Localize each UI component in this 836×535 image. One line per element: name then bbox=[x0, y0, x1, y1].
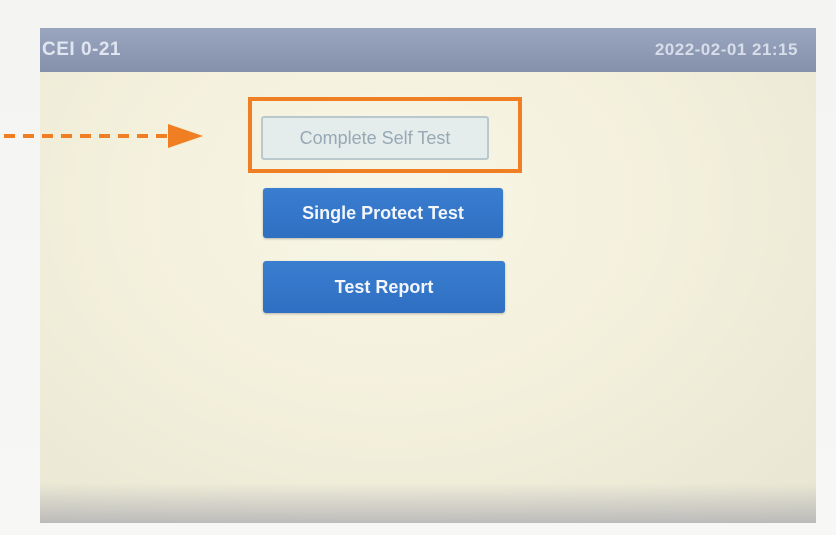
standard-label: CEI 0-21 bbox=[42, 39, 121, 60]
single-protect-test-button[interactable]: Single Protect Test bbox=[263, 188, 503, 238]
highlight-box bbox=[248, 97, 522, 173]
test-report-button[interactable]: Test Report bbox=[263, 261, 505, 313]
datetime-display: 2022-02-01 21:15 bbox=[654, 40, 798, 59]
title-bar: CEI 0-21 2022-02-01 21:15 bbox=[40, 28, 816, 72]
dashed-arrow-right-icon bbox=[4, 124, 203, 148]
